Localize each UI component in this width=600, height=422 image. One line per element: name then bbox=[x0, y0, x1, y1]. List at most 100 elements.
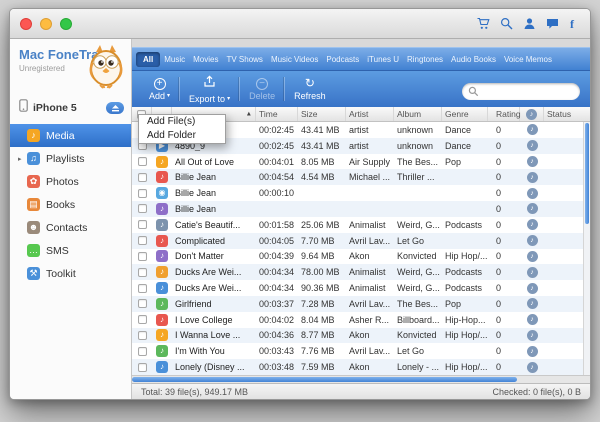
column-header-size[interactable]: Size bbox=[298, 107, 346, 121]
sidebar-item-icon: ▤ bbox=[27, 198, 40, 211]
category-tab[interactable]: iTunes U bbox=[363, 52, 403, 67]
sidebar-item[interactable]: ▤ Books bbox=[10, 193, 131, 216]
row-checkbox[interactable] bbox=[137, 172, 147, 182]
category-tab[interactable]: Voice Memos bbox=[500, 52, 556, 67]
row-checkbox[interactable] bbox=[137, 362, 147, 372]
table-row[interactable]: ♪ Girlfriend 00:03:37 7.28 MB Avril Lav.… bbox=[132, 295, 583, 312]
table-row[interactable]: ♪ Billie Jean 00:04:54 4.54 MB Michael .… bbox=[132, 169, 583, 186]
menu-item-add-folder[interactable]: Add Folder bbox=[139, 129, 225, 143]
cell-time: 00:00:10 bbox=[259, 188, 295, 199]
audio-tag-icon: ♪ bbox=[526, 108, 537, 120]
vertical-scrollbar[interactable] bbox=[583, 122, 590, 375]
row-checkbox[interactable] bbox=[137, 188, 147, 198]
refresh-button[interactable]: ↻ Refresh bbox=[285, 72, 335, 106]
minimize-button[interactable] bbox=[40, 18, 52, 30]
table-row[interactable]: ♪ All Out of Love 00:04:01 8.05 MB Air S… bbox=[132, 154, 583, 170]
category-tab[interactable]: Ringtones bbox=[403, 52, 447, 67]
category-tab[interactable]: Music bbox=[160, 52, 189, 67]
delete-button[interactable]: − Delete bbox=[240, 72, 284, 106]
media-type-icon: ♪ bbox=[156, 202, 168, 215]
table-row[interactable]: ♪ I'm With You 00:03:43 7.76 MB Avril La… bbox=[132, 343, 583, 359]
row-checkbox[interactable] bbox=[137, 251, 147, 261]
cell-genre: Podcasts bbox=[445, 219, 483, 230]
table-row[interactable]: ♪ Lonely (Disney ... 00:03:48 7.59 MB Ak… bbox=[132, 359, 583, 375]
cell-time: 00:04:36 bbox=[259, 330, 295, 341]
row-checkbox[interactable] bbox=[137, 330, 147, 340]
sidebar-nav: ♪ Media ▸ ♫ Playlists ✿ Photos ▤ Books ☻… bbox=[10, 124, 131, 285]
cell-time: 00:03:43 bbox=[259, 346, 295, 357]
row-checkbox[interactable] bbox=[137, 220, 147, 230]
tab-label: Movies bbox=[193, 54, 219, 64]
category-tab[interactable]: TV Shows bbox=[222, 52, 266, 67]
column-header-artist[interactable]: Artist bbox=[346, 107, 394, 121]
table-row[interactable]: ♪ I Wanna Love ... 00:04:36 8.77 MB Akon… bbox=[132, 327, 583, 344]
table-row[interactable]: ♪ Billie Jean 0 ♪ bbox=[132, 201, 583, 217]
column-header-status[interactable]: Status bbox=[544, 107, 583, 121]
row-checkbox[interactable] bbox=[137, 267, 147, 277]
support-icon[interactable] bbox=[523, 17, 536, 30]
app-window: f Mac FoneTrans Unregistered iPhone 5 ♪ … bbox=[9, 8, 591, 400]
zoom-button[interactable] bbox=[60, 18, 72, 30]
table-row[interactable]: ♪ I Love College 00:04:02 8.04 MB Asher … bbox=[132, 312, 583, 328]
horizontal-scrollbar-thumb[interactable] bbox=[132, 377, 517, 382]
category-tab[interactable]: Podcasts bbox=[322, 52, 363, 67]
cell-name: Billie Jean bbox=[175, 188, 217, 199]
file-table: ▲ Time Size Artist Album Genre Rating ♪ … bbox=[132, 107, 590, 375]
cell-size: 9.64 MB bbox=[301, 251, 335, 262]
table-row[interactable]: ◉ Billie Jean 00:00:10 0 ♪ bbox=[132, 185, 583, 201]
category-tab[interactable]: Movies bbox=[189, 52, 222, 67]
table-row[interactable]: ♪ Ducks Are Wei... 00:04:34 78.00 MB Ani… bbox=[132, 264, 583, 281]
menu-item-add-files[interactable]: Add File(s) bbox=[139, 115, 225, 129]
audio-tag-icon: ♪ bbox=[526, 361, 538, 373]
cell-name: I Love College bbox=[175, 314, 233, 325]
row-checkbox[interactable] bbox=[137, 157, 147, 167]
audio-tag-icon: ♪ bbox=[526, 329, 538, 341]
sidebar-item[interactable]: ☻ Contacts bbox=[10, 216, 131, 239]
search-input[interactable] bbox=[462, 82, 580, 100]
row-checkbox[interactable] bbox=[137, 204, 147, 214]
close-button[interactable] bbox=[20, 18, 32, 30]
row-checkbox[interactable] bbox=[137, 315, 147, 325]
device-row[interactable]: iPhone 5 bbox=[10, 97, 131, 119]
sidebar-item[interactable]: ⚒ Toolkit bbox=[10, 262, 131, 285]
table-row[interactable]: ♪ Complicated 00:04:05 7.70 MB Avril Lav… bbox=[132, 232, 583, 249]
column-header-rating[interactable]: Rating bbox=[488, 107, 521, 121]
row-checkbox[interactable] bbox=[137, 346, 147, 356]
feedback-chat-icon[interactable] bbox=[546, 17, 559, 30]
cell-genre: Hip-Hop... bbox=[445, 314, 486, 325]
tab-label: Podcasts bbox=[326, 54, 360, 64]
sidebar-item[interactable]: … SMS bbox=[10, 239, 131, 262]
sidebar-item[interactable]: ▸ ♫ Playlists bbox=[10, 147, 131, 170]
table-row[interactable]: ♪ Ducks Are Wei... 00:04:34 90.36 MB Ani… bbox=[132, 280, 583, 296]
eject-button[interactable] bbox=[106, 102, 124, 114]
export-button[interactable]: Export to ▾ bbox=[180, 72, 239, 106]
cell-time: 00:02:45 bbox=[259, 140, 295, 151]
category-tab[interactable]: All bbox=[136, 51, 161, 67]
table-row[interactable]: ♪ Catie's Beautif... 00:01:58 25.06 MB A… bbox=[132, 217, 583, 233]
horizontal-scrollbar[interactable] bbox=[132, 375, 590, 383]
audio-tag-icon: ♪ bbox=[526, 235, 538, 247]
audio-tag-icon: ♪ bbox=[526, 250, 538, 262]
column-header-album[interactable]: Album bbox=[394, 107, 442, 121]
sidebar-item-label: Photos bbox=[46, 175, 79, 188]
column-header-audio-tag[interactable]: ♪ bbox=[520, 107, 544, 121]
table-row[interactable]: ♪ Don't Matter 00:04:39 9.64 MB Akon Kon… bbox=[132, 249, 583, 265]
category-tab[interactable]: Music Videos bbox=[267, 52, 322, 67]
vertical-scrollbar-thumb[interactable] bbox=[585, 123, 589, 225]
search-icon[interactable] bbox=[500, 17, 513, 30]
column-header-genre[interactable]: Genre bbox=[442, 107, 488, 121]
media-type-icon: ♪ bbox=[156, 313, 168, 326]
cart-icon[interactable] bbox=[477, 17, 490, 30]
category-tab[interactable]: Audio Books bbox=[447, 52, 500, 67]
audio-tag-icon: ♪ bbox=[526, 266, 538, 278]
disclosure-triangle-icon[interactable]: ▸ bbox=[18, 155, 27, 163]
sidebar-item[interactable]: ✿ Photos bbox=[10, 170, 131, 193]
column-header-time[interactable]: Time bbox=[256, 107, 298, 121]
cell-artist: Avril Lav... bbox=[349, 235, 391, 246]
add-button[interactable]: + Add ▾ bbox=[140, 72, 179, 106]
facebook-icon[interactable]: f bbox=[569, 17, 578, 31]
row-checkbox[interactable] bbox=[137, 283, 147, 293]
row-checkbox[interactable] bbox=[137, 236, 147, 246]
sidebar-item[interactable]: ♪ Media bbox=[10, 124, 131, 147]
row-checkbox[interactable] bbox=[137, 299, 147, 309]
